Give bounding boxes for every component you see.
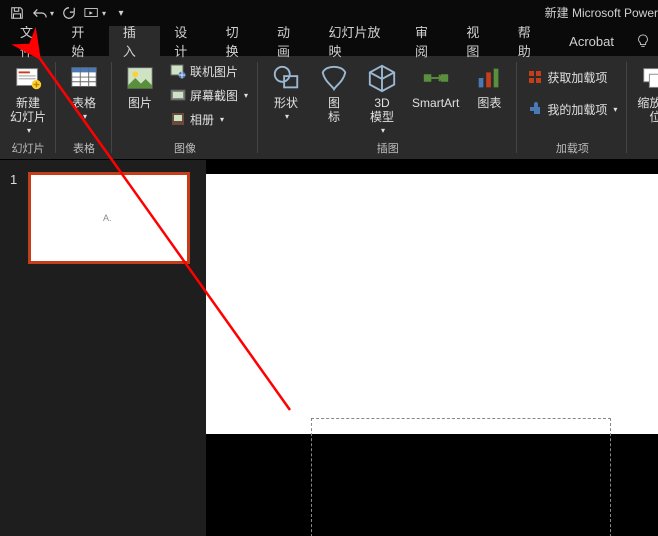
table-icon [68,62,100,94]
group-illustrations: 形状 ▾ 图 标 3D 模型 ▾ SmartArt [258,56,517,159]
chevron-down-icon: ▾ [83,112,87,121]
picture-label: 图片 [128,96,152,110]
3d-models-label: 3D 模型 [370,96,394,124]
new-slide-icon [12,62,44,94]
slide-editor[interactable] [206,160,658,536]
cube-icon [366,62,398,94]
smartart-label: SmartArt [412,96,459,110]
online-pictures-button[interactable]: 联机图片 [166,60,252,82]
thumbnail-preview[interactable]: A. [28,172,190,264]
tab-design[interactable]: 设计 [160,26,211,56]
thumbnail-panel[interactable]: 1 A. [0,160,206,536]
my-addins-button[interactable]: 我的加载项 ▾ [523,98,621,120]
tab-home[interactable]: 开始 [57,26,108,56]
tab-review[interactable]: 审阅 [401,26,452,56]
chevron-down-icon: ▾ [381,126,385,135]
screenshot-icon [170,87,186,103]
zoom-button[interactable]: 缩放定 位 [633,60,658,126]
picture-button[interactable]: 图片 [118,60,162,112]
group-label-illust: 插图 [377,141,399,157]
group-label-addins: 加载项 [556,141,589,157]
album-label: 相册 [190,111,214,128]
chevron-down-icon: ▾ [244,91,248,100]
ribbon-tabs: 文件 开始 插入 设计 切换 动画 幻灯片放映 审阅 视图 帮助 Acrobat [0,26,658,56]
tab-animation[interactable]: 动画 [263,26,314,56]
tab-transition[interactable]: 切换 [212,26,263,56]
group-tables: 表格 ▾ 表格 [56,56,112,159]
group-images: 图片 联机图片 屏幕截图 ▾ [112,56,258,159]
new-slide-label: 新建 幻灯片 [10,96,46,124]
slide-thumbnail-1[interactable]: 1 A. [10,172,196,264]
tab-file[interactable]: 文件 [6,26,57,56]
tab-view[interactable]: 视图 [452,26,503,56]
tab-insert[interactable]: 插入 [109,26,160,56]
chevron-down-icon: ▾ [613,105,617,114]
group-label-images: 图像 [174,141,196,157]
get-addins-label: 获取加载项 [547,69,607,86]
album-icon [170,111,186,127]
chart-label: 图表 [477,96,501,110]
smartart-icon [420,62,452,94]
icons-icon [318,62,350,94]
save-button[interactable] [6,2,28,24]
zoom-icon [639,62,658,94]
screenshot-label: 屏幕截图 [190,87,238,104]
qat-customize[interactable]: ▾ [110,2,132,24]
undo-button[interactable]: ▾ [32,2,54,24]
tab-slideshow[interactable]: 幻灯片放映 [314,26,401,56]
save-icon [10,6,24,20]
group-slides: 新建 幻灯片 ▾ 幻灯片 [0,56,56,159]
thumbnail-mark: A. [103,213,112,223]
group-label-tables: 表格 [73,141,95,157]
shapes-icon [270,62,302,94]
addin-icon [527,101,543,117]
slide-canvas[interactable] [206,174,658,434]
group-addins: 获取加载项 我的加载项 ▾ 加载项 [517,56,627,159]
thumbnail-number: 1 [10,172,22,264]
group-label-slides: 幻灯片 [12,141,45,157]
3d-models-button[interactable]: 3D 模型 ▾ [360,60,404,137]
chevron-down-icon: ▾ [285,112,289,121]
presentation-icon [84,6,100,20]
my-addins-label: 我的加载项 [547,101,607,118]
smartart-button[interactable]: SmartArt [408,60,463,112]
table-label: 表格 [72,96,96,110]
shapes-label: 形状 [274,96,298,110]
undo-icon [32,6,48,20]
redo-icon [62,6,76,20]
chevron-down-icon: ▾ [102,9,106,18]
picture-icon [124,62,156,94]
chart-button[interactable]: 图表 [467,60,511,112]
zoom-label: 缩放定 位 [637,96,658,124]
icons-label: 图 标 [328,96,340,124]
store-icon [527,69,543,85]
tab-acrobat[interactable]: Acrobat [555,26,628,56]
ribbon: 新建 幻灯片 ▾ 幻灯片 表格 ▾ 表格 图片 [0,56,658,160]
table-button[interactable]: 表格 ▾ [62,60,106,123]
online-pictures-label: 联机图片 [190,63,238,80]
photo-album-button[interactable]: 相册 ▾ [166,108,252,130]
title-bar: ▾ ▾ ▾ 新建 Microsoft Power [0,0,658,26]
redo-button[interactable] [58,2,80,24]
chart-icon [473,62,505,94]
quick-access-toolbar: ▾ ▾ ▾ [0,2,138,24]
group-zoom: 缩放定 位 [627,56,658,159]
window-title: 新建 Microsoft Power [545,0,658,26]
start-from-beginning-button[interactable]: ▾ [84,2,106,24]
workspace: 1 A. [0,160,658,536]
online-pictures-icon [170,63,186,79]
chevron-down-icon: ▾ [50,9,54,18]
content-placeholder[interactable] [311,418,611,536]
chevron-down-icon: ▾ [27,126,31,135]
chevron-down-icon: ▾ [220,115,224,124]
shapes-button[interactable]: 形状 ▾ [264,60,308,123]
tab-help[interactable]: 帮助 [504,26,555,56]
tell-me[interactable] [628,26,658,56]
new-slide-button[interactable]: 新建 幻灯片 ▾ [6,60,50,137]
icons-button[interactable]: 图 标 [312,60,356,126]
get-addins-button[interactable]: 获取加载项 [523,66,621,88]
screenshot-button[interactable]: 屏幕截图 ▾ [166,84,252,106]
lightbulb-icon [636,34,650,48]
